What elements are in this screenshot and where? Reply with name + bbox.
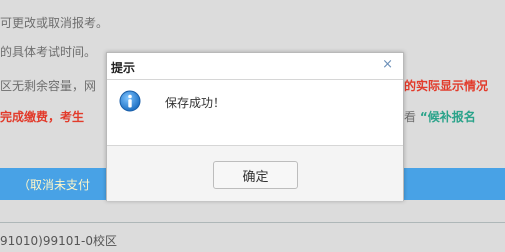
page: 可更改或取消报考。 的具体考试时间。 区无剩余容量，网 的实际显示情况 完成缴费… xyxy=(0,0,505,252)
cancel-unpaid-link[interactable]: （取消未支付 xyxy=(18,176,90,193)
close-icon[interactable]: × xyxy=(382,57,393,72)
ok-button[interactable]: 确定 xyxy=(213,161,298,189)
campus-text: 91010)99101-0校区 xyxy=(0,234,117,248)
divider xyxy=(0,222,505,223)
notice-line-4: 完成缴费，考生 xyxy=(0,110,85,124)
notice-line-2: 的具体考试时间。 xyxy=(0,45,97,59)
alert-dialog: 提示 × 保存成功！ 确定 xyxy=(106,52,404,201)
notice-line-4-right-text: 看 xyxy=(404,110,417,124)
dialog-title: 提示 xyxy=(111,61,136,75)
waitlist-link[interactable]: “候补报名 xyxy=(420,110,476,124)
dialog-footer: 确定 xyxy=(107,145,403,201)
info-icon xyxy=(119,90,141,112)
notice-line-3: 区无剩余容量，网 xyxy=(0,79,97,93)
dialog-message: 保存成功！ xyxy=(165,96,226,110)
notice-line-1: 可更改或取消报考。 xyxy=(0,16,109,30)
notice-line-4-right: 看 “候补报名 xyxy=(404,108,476,125)
dialog-header: 提示 × xyxy=(107,53,403,80)
notice-line-3-right: 的实际显示情况 xyxy=(404,79,489,93)
